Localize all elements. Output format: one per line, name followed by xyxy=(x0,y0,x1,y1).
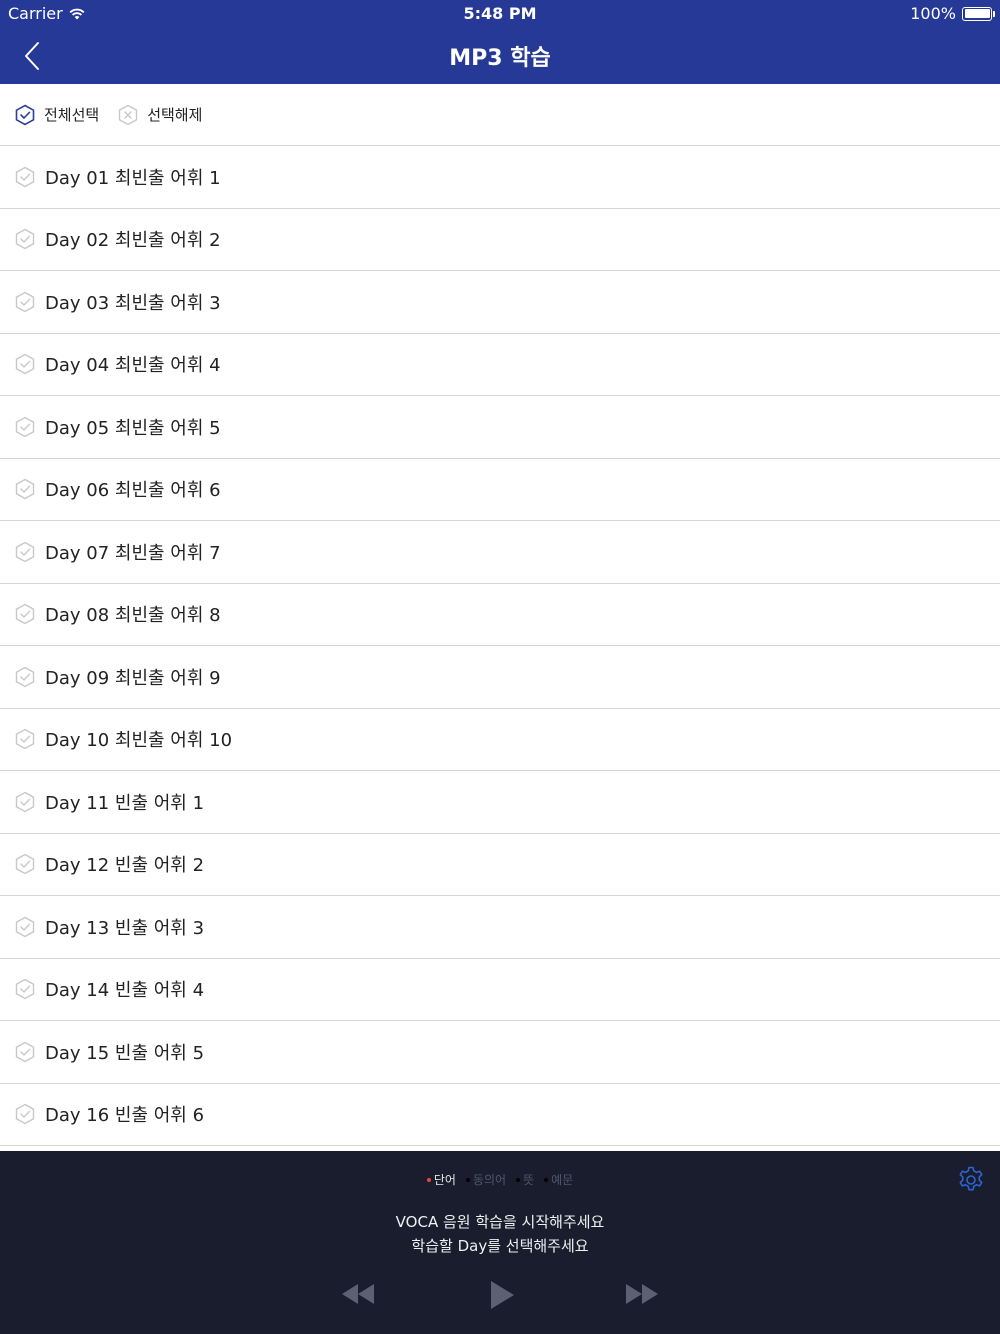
day-list: Day 01 최빈출 어휘 1 Day 02 최빈출 어휘 2 Day 03 최빈출… xyxy=(0,146,1000,1146)
check-hexagon-icon xyxy=(15,416,35,438)
day-list-item[interactable]: Day 04 최빈출 어휘 4 xyxy=(0,334,1000,396)
mode-tab-label: 동의어 xyxy=(472,1173,507,1187)
day-list-item[interactable]: Day 08 최빈출 어휘 8 xyxy=(0,584,1000,646)
day-list-item[interactable]: Day 10 최빈출 어휘 10 xyxy=(0,709,1000,771)
play-icon xyxy=(491,1281,514,1309)
status-time: 5:48 PM xyxy=(463,4,537,23)
day-label: Day 12 빈출 어휘 2 xyxy=(45,855,205,877)
x-hexagon-icon xyxy=(119,104,138,125)
mp3-player: 단어 동의어 뜻 예문 VOCA 음원 학습을 시작해주세요 학습할 Day를 선택해… xyxy=(0,1151,1000,1334)
day-list-item[interactable]: Day 06 최빈출 어휘 6 xyxy=(0,459,1000,521)
app-header: Carrier 5:48 PM 100% MP3 학습 xyxy=(0,0,1000,84)
mode-tab[interactable]: 동의어 xyxy=(465,1171,507,1188)
check-hexagon-icon xyxy=(15,1103,35,1125)
fast-forward-icon xyxy=(626,1284,658,1304)
day-label: Day 02 최빈출 어휘 2 xyxy=(45,230,221,252)
day-label: Day 07 최빈출 어휘 7 xyxy=(45,542,221,564)
gear-icon xyxy=(959,1166,983,1191)
check-hexagon-icon xyxy=(15,291,35,313)
player-message-select: 학습할 Day를 선택해주세요 xyxy=(411,1237,589,1255)
day-list-item[interactable]: Day 15 빈출 어휘 5 xyxy=(0,1021,1000,1084)
day-label: Day 16 빈출 어휘 6 xyxy=(45,1105,205,1127)
nav-bar: MP3 학습 xyxy=(0,28,1000,84)
check-hexagon-icon xyxy=(15,541,35,563)
mode-tab-label: 뜻 xyxy=(523,1173,535,1187)
select-all-button[interactable]: 전체선택 xyxy=(14,104,99,126)
day-list-item[interactable]: Day 05 최빈출 어휘 5 xyxy=(0,396,1000,459)
check-hexagon-active-icon xyxy=(15,104,35,125)
mode-dot xyxy=(544,1177,549,1182)
day-label: Day 09 최빈출 어휘 9 xyxy=(45,667,221,689)
day-label: Day 01 최빈출 어휘 1 xyxy=(45,167,221,189)
mode-tab[interactable]: 예문 xyxy=(544,1171,573,1188)
day-list-item[interactable]: Day 03 최빈출 어휘 3 xyxy=(0,271,1000,334)
day-list-item[interactable]: Day 14 빈출 어휘 4 xyxy=(0,959,1000,1021)
check-hexagon-icon xyxy=(15,791,35,813)
mode-dot xyxy=(426,1177,431,1182)
player-message-start: VOCA 음원 학습을 시작해주세요 xyxy=(395,1213,605,1231)
day-label: Day 10 최빈출 어휘 10 xyxy=(45,730,233,752)
check-hexagon-icon xyxy=(15,228,35,250)
check-hexagon-icon xyxy=(15,1041,35,1063)
day-list-item[interactable]: Day 07 최빈출 어휘 7 xyxy=(0,521,1000,584)
settings-button[interactable] xyxy=(956,1165,986,1195)
day-list-item[interactable]: Day 11 빈출 어휘 1 xyxy=(0,771,1000,834)
day-label: Day 04 최빈출 어휘 4 xyxy=(45,355,221,377)
day-list-item[interactable]: Day 13 빈출 어휘 3 xyxy=(0,896,1000,959)
status-bar: Carrier 5:48 PM 100% xyxy=(0,0,1000,28)
battery-percent: 100% xyxy=(910,4,956,23)
battery-level-fill xyxy=(964,9,990,18)
playback-controls xyxy=(0,1279,1000,1311)
selection-toolbar: 전체선택 선택해제 xyxy=(0,84,1000,146)
check-hexagon-icon xyxy=(15,353,35,375)
day-label: Day 05 최빈출 어휘 5 xyxy=(45,417,221,439)
deselect-all-label: 선택해제 xyxy=(147,106,203,124)
day-label: Day 15 빈출 어휘 5 xyxy=(45,1042,205,1064)
day-list-item[interactable]: Day 12 빈출 어휘 2 xyxy=(0,834,1000,896)
day-label: Day 08 최빈출 어휘 8 xyxy=(45,605,221,627)
mode-tab-label: 예문 xyxy=(551,1173,574,1187)
check-hexagon-icon xyxy=(15,666,35,688)
day-list-item[interactable]: Day 16 빈출 어휘 6 xyxy=(0,1084,1000,1146)
deselect-all-button[interactable]: 선택해제 xyxy=(117,104,202,126)
check-hexagon-icon xyxy=(15,916,35,938)
day-label: Day 14 빈출 어휘 4 xyxy=(45,980,205,1002)
check-hexagon-icon xyxy=(15,728,35,750)
mode-dot xyxy=(465,1177,470,1182)
day-list-item[interactable]: Day 09 최빈출 어휘 9 xyxy=(0,646,1000,709)
day-label: Day 11 빈출 어휘 1 xyxy=(45,792,205,814)
battery-icon xyxy=(962,6,995,21)
day-label: Day 13 빈출 어휘 3 xyxy=(45,917,205,939)
check-hexagon-icon xyxy=(15,166,35,188)
mode-tab[interactable]: 단어 xyxy=(426,1171,456,1188)
status-battery: 100% xyxy=(910,4,995,23)
playback-mode-tabs: 단어 동의어 뜻 예문 xyxy=(0,1171,1000,1188)
mode-tab[interactable]: 뜻 xyxy=(516,1171,534,1188)
fast-forward-button[interactable] xyxy=(624,1279,660,1313)
day-label: Day 06 최빈출 어휘 6 xyxy=(45,480,221,502)
day-list-item[interactable]: Day 01 최빈출 어휘 1 xyxy=(0,146,1000,209)
check-hexagon-icon xyxy=(15,478,35,500)
day-list-item[interactable]: Day 02 최빈출 어휘 2 xyxy=(0,209,1000,271)
select-all-label: 전체선택 xyxy=(44,106,100,124)
mode-tab-label: 단어 xyxy=(433,1173,456,1187)
page-title: MP3 학습 xyxy=(449,46,551,71)
check-hexagon-icon xyxy=(15,978,35,1000)
play-button[interactable] xyxy=(488,1279,516,1315)
check-hexagon-icon xyxy=(15,603,35,625)
check-hexagon-icon xyxy=(15,853,35,875)
rewind-icon xyxy=(342,1284,374,1304)
day-label: Day 03 최빈출 어휘 3 xyxy=(45,292,221,314)
mode-dot xyxy=(516,1177,521,1182)
rewind-button[interactable] xyxy=(340,1279,376,1313)
